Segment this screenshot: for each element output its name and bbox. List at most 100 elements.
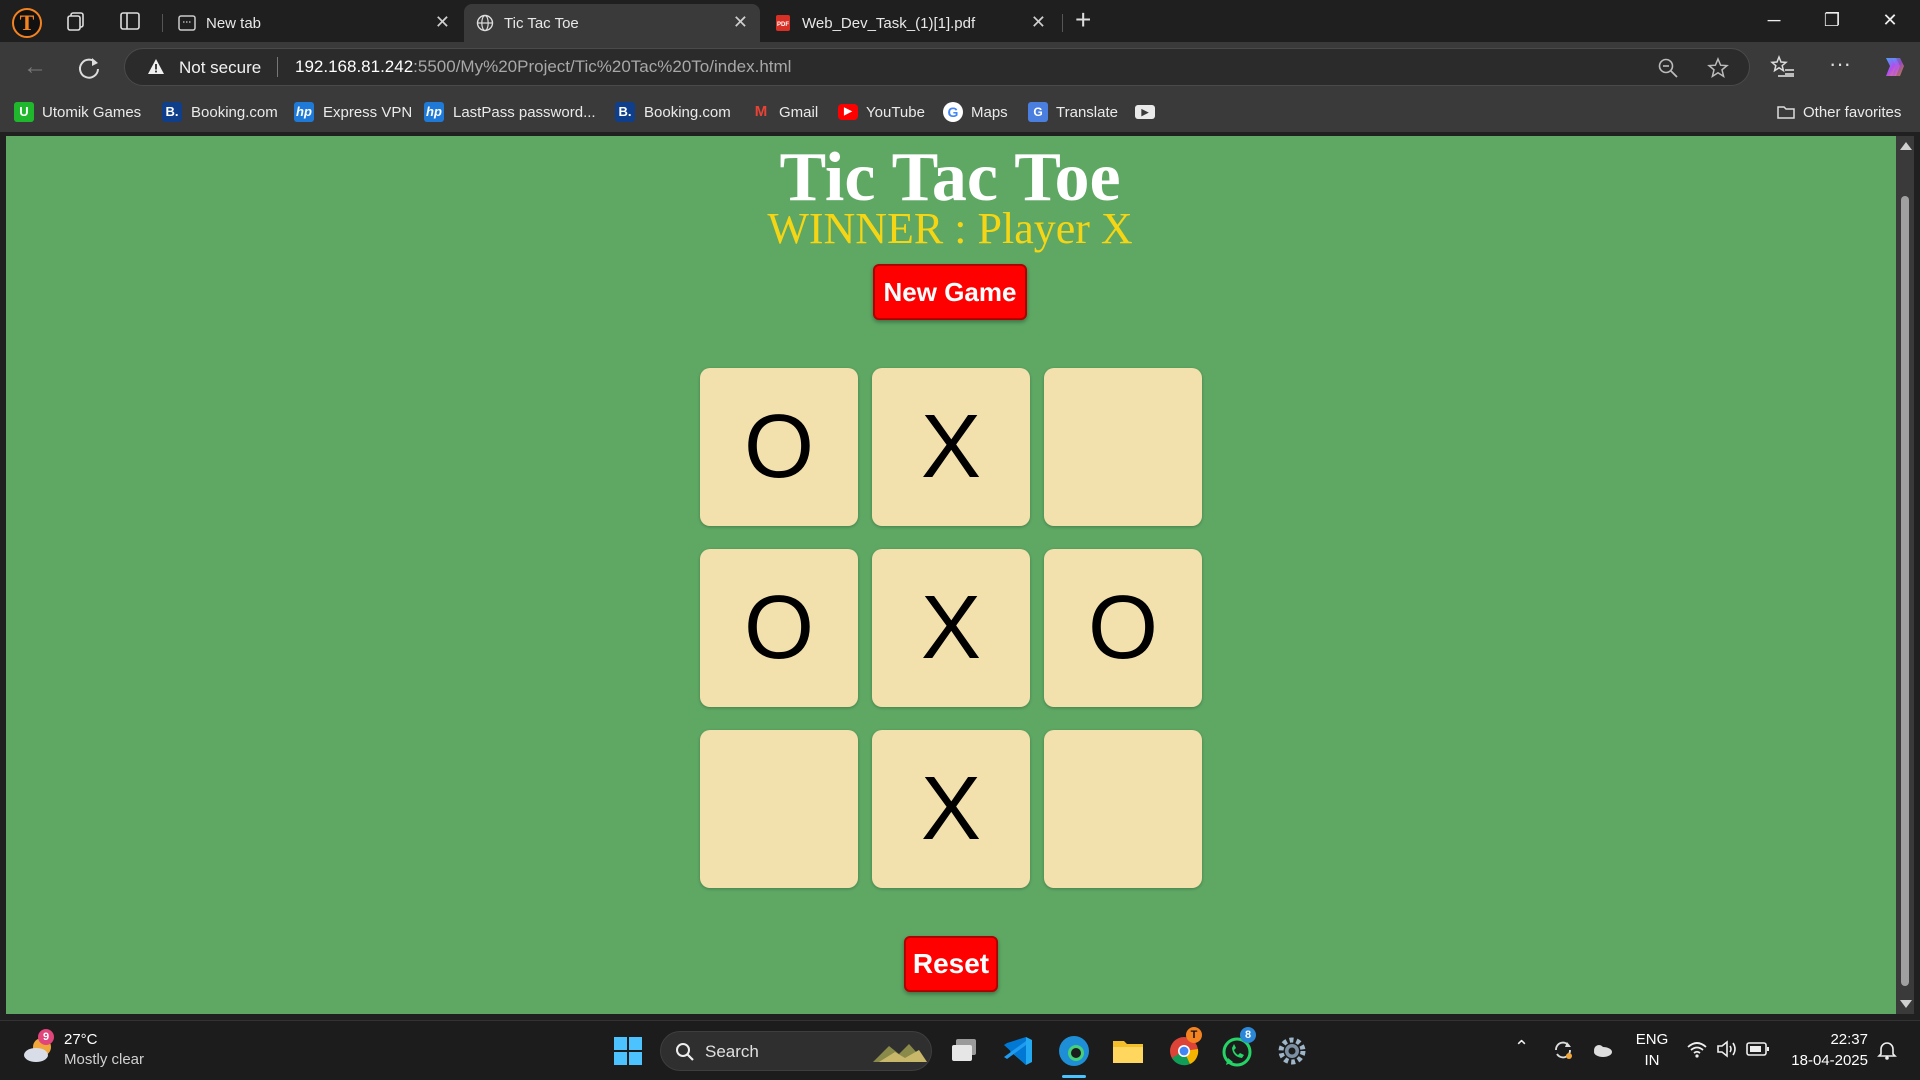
- url-text[interactable]: 192.168.81.242:5500/My%20Project/Tic%20T…: [295, 57, 791, 77]
- language-indicator[interactable]: ENG IN: [1634, 1029, 1670, 1071]
- hp-icon: hp: [424, 102, 444, 122]
- weather-condition: Mostly clear: [64, 1051, 145, 1068]
- page-viewport: Tic Tac Toe WINNER : Player X New Game O…: [6, 136, 1896, 1014]
- tab-tic-tac-toe[interactable]: Tic Tac Toe ✕: [464, 4, 760, 42]
- search-label: Search: [705, 1042, 759, 1061]
- youtube-icon: ▶: [838, 104, 858, 120]
- scroll-down-arrow[interactable]: [1900, 1000, 1912, 1008]
- language-code: ENG: [1635, 1031, 1669, 1048]
- bookmark-label: Gmail: [779, 104, 819, 121]
- more-options-icon[interactable]: ···: [1827, 53, 1853, 80]
- board-cell-3[interactable]: [1044, 368, 1202, 526]
- gmail-icon: M: [754, 103, 768, 120]
- tab-title: New tab: [206, 15, 262, 32]
- winner-message: WINNER : Player X: [767, 204, 1133, 253]
- taskbar-search[interactable]: Search: [660, 1031, 932, 1071]
- region-code: IN: [1644, 1052, 1660, 1069]
- bookmark-label: Booking.com: [644, 104, 731, 121]
- windows-start-icon[interactable]: [608, 1031, 648, 1071]
- show-hidden-icons-chevron[interactable]: ⌃: [1514, 1037, 1529, 1058]
- profile-avatar[interactable]: T: [12, 8, 42, 38]
- bookmarks-bar: U Utomik Games B. Booking.com hp Express…: [0, 92, 1920, 132]
- bookmark-label: Express VPN: [323, 104, 413, 121]
- back-arrow-icon[interactable]: ←: [21, 54, 49, 82]
- restore-button[interactable]: ❐: [1803, 8, 1861, 32]
- url-host: 192.168.81.242: [295, 57, 414, 76]
- navigation-bar: ← Not secure 192.168.81.242:5500/My%20Pr…: [0, 42, 1920, 92]
- taskbar-clock[interactable]: 22:37 18-04-2025: [1768, 1029, 1868, 1071]
- bookmark-label: LastPass password...: [453, 104, 596, 121]
- new-tab-icon: [178, 15, 196, 31]
- close-tab-icon[interactable]: ✕: [733, 13, 748, 31]
- new-tab-button[interactable]: +: [1075, 6, 1091, 34]
- task-view-icon[interactable]: [944, 1031, 984, 1071]
- wifi-icon[interactable]: [1686, 1039, 1708, 1059]
- board-cell-8[interactable]: X: [872, 730, 1030, 888]
- pdf-icon: PDF: [776, 15, 790, 31]
- utomik-icon: U: [14, 102, 34, 122]
- vscode-icon[interactable]: [998, 1031, 1038, 1071]
- weather-widget[interactable]: 9 27°C Mostly clear: [22, 1029, 182, 1073]
- other-favorites-label: Other favorites: [1803, 104, 1902, 121]
- settings-gear-icon[interactable]: [1272, 1031, 1312, 1071]
- folder-icon: [1777, 106, 1795, 119]
- globe-icon: [476, 14, 494, 32]
- bookmark-label: Maps: [971, 104, 1008, 121]
- taskbar: 9 27°C Mostly clear Search T 8 ⌃ ENG IN …: [0, 1020, 1920, 1080]
- favorite-star-icon[interactable]: [1707, 57, 1729, 79]
- board-cell-6[interactable]: O: [1044, 549, 1202, 707]
- google-icon: G: [943, 102, 963, 122]
- clock-date: 18-04-2025: [1791, 1052, 1868, 1069]
- board-cell-9[interactable]: [1044, 730, 1202, 888]
- board-cell-1[interactable]: O: [700, 368, 858, 526]
- close-tab-icon[interactable]: ✕: [435, 13, 450, 31]
- onedrive-cloud-icon[interactable]: [1590, 1041, 1614, 1059]
- game-board: O X O X O X: [700, 368, 1204, 888]
- url-path: :5500/My%20Project/Tic%20Tac%20To/index.…: [413, 57, 792, 76]
- battery-icon[interactable]: [1746, 1041, 1770, 1057]
- file-explorer-icon[interactable]: [1108, 1031, 1148, 1071]
- page-scrollbar[interactable]: [1896, 136, 1914, 1014]
- booking-icon: B.: [162, 102, 182, 122]
- minimize-button[interactable]: ─: [1745, 8, 1803, 32]
- new-game-button[interactable]: New Game: [873, 264, 1027, 320]
- vertical-tabs-icon[interactable]: [119, 10, 141, 32]
- board-cell-4[interactable]: O: [700, 549, 858, 707]
- security-label[interactable]: Not secure: [179, 58, 261, 78]
- board-cell-5[interactable]: X: [872, 549, 1030, 707]
- tab-new-tab[interactable]: New tab ✕: [166, 4, 462, 42]
- warning-icon[interactable]: [147, 58, 165, 76]
- board-cell-7[interactable]: [700, 730, 858, 888]
- booking-icon: B.: [615, 102, 635, 122]
- video-icon: ▶: [1135, 105, 1155, 119]
- tab-strip: T New tab ✕ Tic Tac Toe ✕ PDF Web_Dev_Ta…: [0, 0, 1920, 42]
- address-bar[interactable]: Not secure 192.168.81.242:5500/My%20Proj…: [124, 48, 1750, 86]
- close-window-button[interactable]: ✕: [1861, 8, 1919, 32]
- chrome-profile-badge: T: [1186, 1027, 1202, 1043]
- favorites-list-icon[interactable]: [1770, 54, 1796, 80]
- weather-temperature: 27°C: [64, 1031, 98, 1048]
- bookmark-label: YouTube: [866, 104, 925, 121]
- edge-icon[interactable]: [1054, 1031, 1094, 1071]
- bookmark-label: Utomik Games: [42, 104, 142, 121]
- volume-icon[interactable]: [1716, 1039, 1738, 1059]
- reset-button[interactable]: Reset: [904, 936, 998, 992]
- weather-badge: 9: [38, 1029, 54, 1045]
- bookmark-label: Translate: [1056, 104, 1118, 121]
- scroll-up-arrow[interactable]: [1900, 142, 1912, 150]
- sync-icon[interactable]: [1552, 1039, 1574, 1061]
- notification-bell-icon[interactable]: [1876, 1039, 1898, 1061]
- tab-pdf[interactable]: PDF Web_Dev_Task_(1)[1].pdf ✕: [762, 4, 1058, 42]
- close-tab-icon[interactable]: ✕: [1031, 13, 1046, 31]
- tab-title: Tic Tac Toe: [504, 15, 579, 32]
- bookmark-label: Booking.com: [191, 104, 278, 121]
- clock-time: 22:37: [1830, 1031, 1868, 1048]
- zoom-out-icon[interactable]: [1657, 57, 1679, 79]
- board-cell-2[interactable]: X: [872, 368, 1030, 526]
- workspaces-icon[interactable]: [66, 10, 88, 32]
- copilot-icon[interactable]: [1880, 54, 1906, 80]
- active-app-indicator: [1062, 1075, 1086, 1078]
- scroll-thumb[interactable]: [1901, 196, 1909, 986]
- refresh-icon[interactable]: [75, 54, 103, 82]
- translate-icon: G: [1028, 102, 1048, 122]
